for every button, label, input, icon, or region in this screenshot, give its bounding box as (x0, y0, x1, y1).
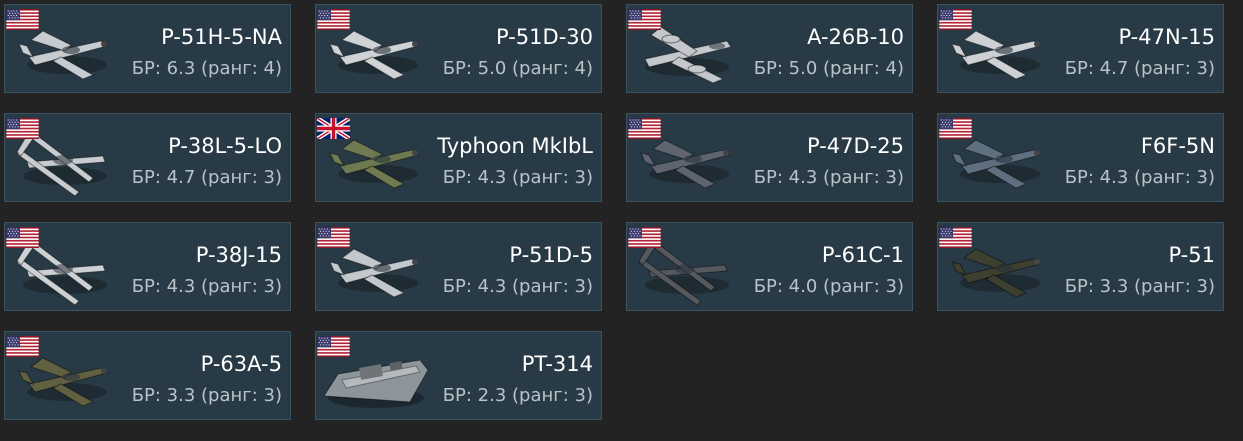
battle-rating-text: БР: 5.0 (ранг: 4) (753, 58, 904, 79)
usa-flag-icon (939, 227, 972, 248)
battle-rating-text: БР: 4.7 (ранг: 3) (1064, 58, 1215, 79)
vehicle-card[interactable]: P-63A-5 БР: 3.3 (ранг: 3) (4, 331, 291, 420)
vehicle-card[interactable]: P-47D-25 БР: 4.3 (ранг: 3) (626, 113, 913, 202)
usa-flag-icon (628, 9, 661, 30)
vehicle-card[interactable]: P-38L-5-LO БР: 4.7 (ранг: 3) (4, 113, 291, 202)
battle-rating-text: БР: 4.3 (ранг: 3) (442, 276, 593, 297)
battle-rating-text: БР: 3.3 (ранг: 3) (1064, 276, 1215, 297)
vehicle-card[interactable]: P-61C-1 БР: 4.0 (ранг: 3) (626, 222, 913, 311)
usa-flag-icon (6, 336, 39, 357)
usa-flag-icon (6, 118, 39, 139)
vehicle-card[interactable]: F6F-5N БР: 4.3 (ранг: 3) (937, 113, 1224, 202)
vehicle-name: P-51D-5 (509, 243, 593, 267)
usa-flag-icon (6, 227, 39, 248)
battle-rating-text: БР: 3.3 (ранг: 3) (131, 385, 282, 406)
vehicle-card[interactable]: P-51H-5-NA БР: 6.3 (ранг: 4) (4, 4, 291, 93)
vehicle-card[interactable]: P-51 БР: 3.3 (ранг: 3) (937, 222, 1224, 311)
vehicle-name: P-47D-25 (807, 134, 904, 158)
vehicle-name: PT-314 (521, 352, 593, 376)
vehicle-card[interactable]: P-47N-15 БР: 4.7 (ранг: 3) (937, 4, 1224, 93)
vehicle-name: F6F-5N (1140, 134, 1215, 158)
battle-rating-text: БР: 4.3 (ранг: 3) (753, 167, 904, 188)
battle-rating-text: БР: 4.7 (ранг: 3) (131, 167, 282, 188)
battle-rating-text: БР: 4.3 (ранг: 3) (442, 167, 593, 188)
vehicle-name: P-38L-5-LO (168, 134, 282, 158)
vehicle-card[interactable]: P-51D-5 БР: 4.3 (ранг: 3) (315, 222, 602, 311)
vehicle-card[interactable]: PT-314 БР: 2.3 (ранг: 3) (315, 331, 602, 420)
usa-flag-icon (317, 227, 350, 248)
vehicle-card[interactable]: A-26B-10 БР: 5.0 (ранг: 4) (626, 4, 913, 93)
vehicle-name: A-26B-10 (807, 25, 904, 49)
battle-rating-text: БР: 6.3 (ранг: 4) (131, 58, 282, 79)
battle-rating-text: БР: 4.3 (ранг: 3) (1064, 167, 1215, 188)
usa-flag-icon (939, 9, 972, 30)
usa-flag-icon (317, 9, 350, 30)
vehicle-card[interactable]: P-51D-30 БР: 5.0 (ранг: 4) (315, 4, 602, 93)
vehicle-name: Typhoon MkIbL (437, 134, 593, 158)
battle-rating-text: БР: 4.0 (ранг: 3) (753, 276, 904, 297)
usa-flag-icon (628, 227, 661, 248)
battle-rating-text: БР: 4.3 (ранг: 3) (131, 276, 282, 297)
battle-rating-text: БР: 2.3 (ранг: 3) (442, 385, 593, 406)
vehicle-name: P-47N-15 (1118, 25, 1215, 49)
usa-flag-icon (317, 336, 350, 357)
vehicle-name: P-51H-5-NA (161, 25, 282, 49)
vehicle-card[interactable]: Typhoon MkIbL БР: 4.3 (ранг: 3) (315, 113, 602, 202)
vehicle-name: P-38J-15 (195, 243, 282, 267)
vehicle-name: P-61C-1 (821, 243, 904, 267)
vehicle-grid: P-51H-5-NA БР: 6.3 (ранг: 4) P-51D-30 БР: 5… (4, 4, 1224, 420)
battle-rating-text: БР: 5.0 (ранг: 4) (442, 58, 593, 79)
uk-flag-icon (317, 118, 350, 139)
vehicle-card[interactable]: P-38J-15 БР: 4.3 (ранг: 3) (4, 222, 291, 311)
vehicle-name: P-51 (1168, 243, 1215, 267)
vehicle-name: P-63A-5 (200, 352, 282, 376)
usa-flag-icon (939, 118, 972, 139)
usa-flag-icon (6, 9, 39, 30)
usa-flag-icon (628, 118, 661, 139)
vehicle-name: P-51D-30 (496, 25, 593, 49)
